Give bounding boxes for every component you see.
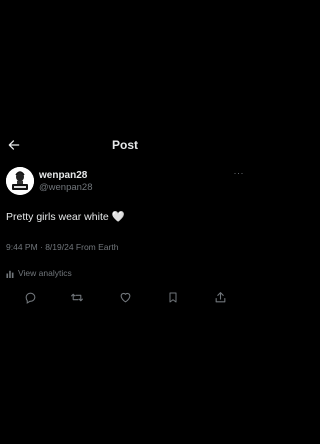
reply-icon xyxy=(25,292,35,304)
tweet-timestamp: 9:44 PM · 8/19/24 From Earth xyxy=(6,242,119,252)
view-analytics-label: View analytics xyxy=(18,268,72,278)
avatar[interactable] xyxy=(6,167,34,195)
tweet-text: Pretty girls wear white 🤍 xyxy=(6,211,125,223)
top-bar: Post xyxy=(0,132,250,158)
heart-icon xyxy=(120,292,130,302)
page-title: Post xyxy=(111,138,138,152)
author-row: wenpan28 @wenpan28 ··· xyxy=(0,167,250,199)
more-options-button[interactable]: ··· xyxy=(234,168,245,178)
author-handle[interactable]: @wenpan28 xyxy=(39,182,93,193)
share-button[interactable] xyxy=(213,290,227,304)
share-icon xyxy=(215,291,225,302)
bar-chart-icon xyxy=(6,270,14,278)
bookmark-button[interactable] xyxy=(166,290,180,304)
bookmark-icon xyxy=(169,292,177,302)
repost-icon xyxy=(71,293,83,301)
avatar-icon xyxy=(6,167,34,195)
action-bar xyxy=(0,290,250,304)
more-horizontal-icon: ··· xyxy=(233,168,244,178)
repost-button[interactable] xyxy=(70,290,84,304)
author-display-name[interactable]: wenpan28 xyxy=(39,170,87,181)
like-button[interactable] xyxy=(118,290,132,304)
reply-button[interactable] xyxy=(23,290,37,304)
view-analytics-link[interactable]: View analytics xyxy=(6,267,72,279)
